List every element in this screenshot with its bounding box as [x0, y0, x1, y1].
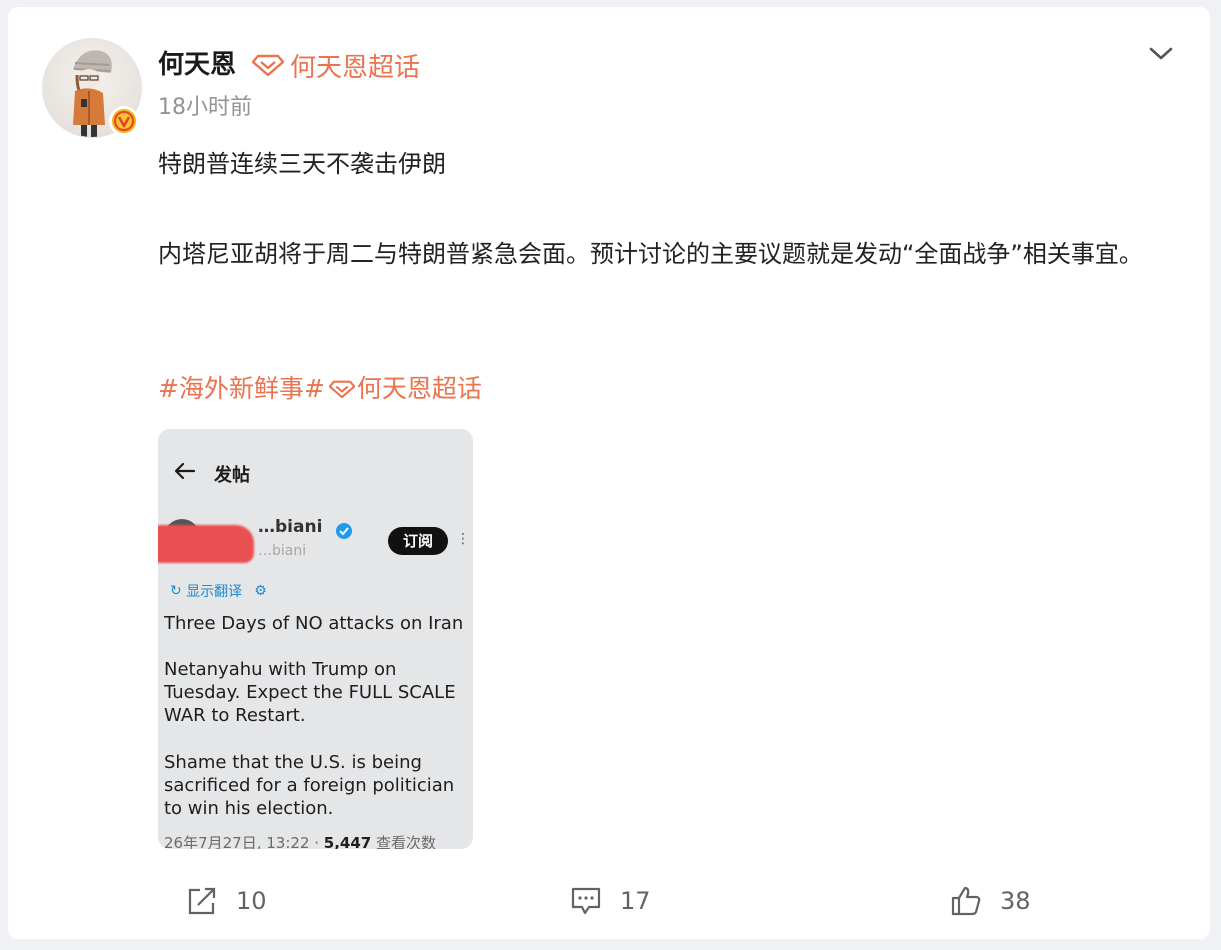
like-count: 38 — [1000, 887, 1031, 915]
attached-image[interactable]: 发帖 …biani …biani 订阅 ⋮ ↻ 显示翻译 ⚙ Three Day… — [158, 429, 473, 849]
super-topic-label: 何天恩超话 — [290, 52, 421, 83]
screenshot-user-handle: …biani — [258, 543, 307, 559]
screenshot-subscribe-button: 订阅 — [388, 527, 448, 555]
repost-button[interactable]: 10 — [186, 883, 267, 919]
gear-icon: ⚙ — [254, 583, 267, 599]
screenshot-translate-row: ↻ 显示翻译 ⚙ — [170, 581, 267, 601]
comment-icon — [571, 887, 601, 915]
screenshot-translate-label: 显示翻译 — [186, 584, 243, 600]
author-name[interactable]: 何天恩 — [158, 47, 236, 83]
screenshot-views-label: 查看次数 — [371, 834, 437, 849]
diamond-icon — [252, 54, 284, 76]
screenshot-user-name: …biani — [258, 517, 323, 537]
post-time: 18小时前 — [158, 95, 252, 120]
thumbs-up-icon — [951, 886, 981, 916]
post-text-line: 特朗普连续三天不袭击伊朗 — [158, 150, 446, 178]
hashtag-link[interactable]: #海外新鲜事# — [158, 369, 325, 409]
super-topic-hashtag-link[interactable]: 何天恩超话 — [357, 369, 482, 409]
screenshot-more-icon: ⋮ — [456, 531, 470, 547]
screenshot-paragraph: Three Days of NO attacks on Iran — [164, 613, 464, 634]
verified-check-icon — [336, 523, 352, 539]
comment-count: 17 — [620, 887, 651, 915]
refresh-icon: ↻ — [170, 583, 187, 599]
weibo-post-card: 何天恩 何天恩超话 18小时前 特朗普连续三天不袭击伊朗 内塔尼亚胡将于周二与特… — [8, 7, 1210, 939]
more-options-button[interactable] — [1146, 39, 1176, 69]
repost-count: 10 — [236, 887, 267, 915]
diamond-icon — [328, 380, 355, 398]
screenshot-paragraph: Netanyahu with Trump on Tuesday. Expect … — [164, 659, 456, 726]
screenshot-date: 26年7月27日, 13:22 · — [164, 834, 324, 849]
share-icon — [188, 887, 216, 915]
post-text-paragraph: 内塔尼亚胡将于周二与特朗普紧急会面。预计讨论的主要议题就是发动“全面战争”相关事… — [158, 240, 1143, 268]
verified-badge — [109, 106, 139, 136]
super-topic-link[interactable]: 何天恩超话 — [252, 47, 420, 83]
redaction-mark — [158, 525, 254, 563]
screenshot-title: 发帖 — [214, 465, 250, 486]
v-badge-icon — [114, 111, 134, 131]
back-arrow-icon — [174, 462, 196, 480]
chevron-down-icon — [1149, 47, 1173, 60]
screenshot-paragraph: Shame that the U.S. is being sacrificed … — [164, 752, 455, 819]
screenshot-meta: 26年7月27日, 13:22 · 5,447 查看次数 — [164, 832, 436, 849]
screenshot-views: 5,447 — [323, 834, 372, 849]
comment-button[interactable]: 17 — [570, 883, 651, 919]
hashtag-row: #海外新鲜事# 何天恩超话 — [158, 369, 482, 409]
like-button[interactable]: 38 — [950, 883, 1031, 919]
